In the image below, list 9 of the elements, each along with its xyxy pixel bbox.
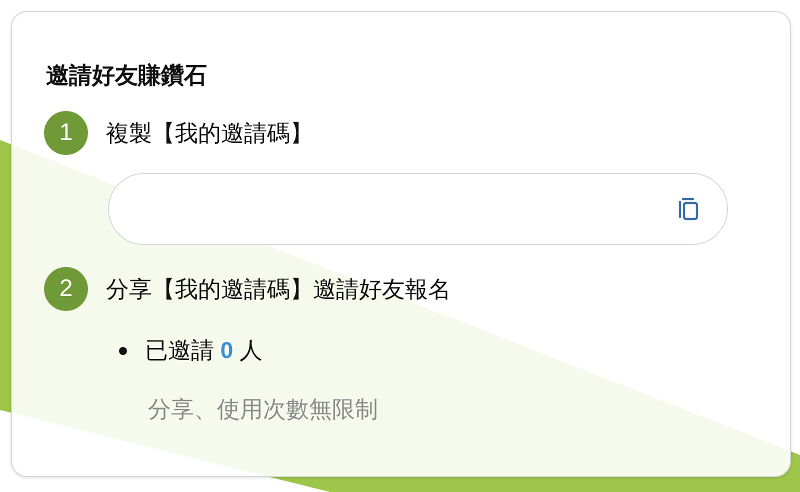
card-title: 邀請好友賺鑽石 bbox=[46, 61, 207, 90]
invited-count-text: 已邀請 0 人 bbox=[145, 336, 263, 365]
step-label: 分享【我的邀請碼】邀請好友報名 bbox=[106, 274, 451, 304]
step-number-badge: 1 bbox=[44, 111, 88, 155]
usage-note: 分享、使用次數無限制 bbox=[148, 395, 378, 424]
bullet-icon bbox=[119, 346, 127, 354]
copy-icon[interactable] bbox=[677, 196, 701, 222]
step-number-badge: 2 bbox=[44, 267, 88, 311]
step-label: 複製【我的邀請碼】 bbox=[106, 118, 313, 148]
